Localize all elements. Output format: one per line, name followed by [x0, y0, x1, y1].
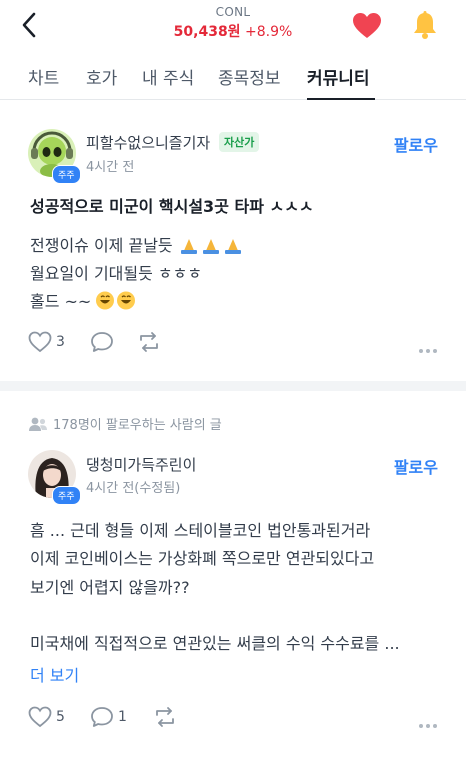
post-body-line: 홀드 ~~ [30, 288, 136, 314]
repost-icon [156, 707, 174, 727]
price-line: 50,438원 +8.9% [0, 21, 466, 41]
post-body-line: 전쟁이슈 이제 끝날듯 [30, 232, 244, 258]
people-icon [29, 417, 47, 431]
post-body-line: 이제 코인베이스는 가상화폐 쪽으로만 연관되있다고 [30, 549, 375, 568]
tab-community[interactable]: 커뮤니티 [307, 64, 370, 89]
shareholder-badge: 주주 [52, 486, 81, 505]
follow-button[interactable]: 팔로우 [394, 454, 438, 478]
notification-button[interactable] [410, 10, 440, 40]
grinning-face-icon [96, 291, 136, 314]
praying-hands-icon [178, 236, 244, 258]
post-body-line: 미국채에 직접적으로 연관있는 써클의 수익 수수료를 ... [30, 634, 400, 653]
asset-holder-tag: 자산가 [218, 132, 260, 152]
avatar[interactable]: 주주 [28, 129, 81, 184]
post-time: 4시간 전(수정됨) [86, 481, 181, 496]
tab-orderbook[interactable]: 호가 [86, 64, 117, 89]
repost-button[interactable] [136, 331, 162, 353]
follow-button[interactable]: 팔로우 [394, 132, 438, 156]
comment-count: 1 [118, 709, 127, 725]
like-count: 3 [56, 334, 65, 350]
post-time: 4시간 전 [86, 160, 135, 175]
post-body-line: 흠 ... 근데 형들 이제 스테이블코인 법안통과된거라 [30, 521, 371, 540]
price-change: +8.9% [245, 24, 293, 40]
bell-icon [414, 11, 436, 39]
comment-button[interactable]: 1 [90, 706, 127, 728]
comment-icon [91, 707, 113, 727]
author-name-text: 피할수없으니즐기자 [86, 134, 211, 152]
comment-icon [91, 332, 113, 352]
stock-summary: CONL 50,438원 +8.9% [0, 5, 466, 41]
avatar[interactable]: 주주 [28, 450, 81, 505]
read-more-link[interactable]: 더 보기 [30, 662, 79, 686]
post-body-line: 월요일이 기대될듯 ㅎㅎㅎ [30, 264, 203, 283]
like-button[interactable]: 5 [28, 706, 65, 728]
tab-chart[interactable]: 차트 [28, 64, 59, 89]
like-button[interactable]: 3 [28, 331, 65, 353]
repost-button[interactable] [152, 706, 178, 728]
post-actions: 3 [28, 331, 438, 357]
shareholder-badge: 주주 [52, 165, 81, 184]
follow-notice-text: 178명이 팔로우하는 사람의 글 [53, 418, 222, 433]
repost-icon [140, 332, 158, 352]
like-count: 5 [56, 709, 65, 725]
author-name[interactable]: 피할수없으니즐기자 자산가 [86, 132, 260, 153]
current-price: 50,438원 [173, 24, 241, 40]
top-bar: CONL 50,438원 +8.9% [0, 0, 466, 52]
author-name[interactable]: 댕청미가득주린이 [86, 454, 196, 475]
ticker-symbol: CONL [215, 5, 251, 19]
section-divider [0, 381, 466, 391]
more-options-button[interactable] [418, 339, 438, 358]
more-options-button[interactable] [418, 714, 438, 733]
heart-icon [353, 13, 381, 38]
post-title: 성공적으로 미군이 핵시설3곳 타파 ㅅㅅㅅ [30, 197, 314, 216]
favorite-button[interactable] [352, 12, 382, 40]
post-actions: 5 1 [28, 706, 438, 732]
like-icon [28, 331, 52, 353]
tab-stock-info[interactable]: 종목정보 [218, 64, 281, 89]
post-body-line: 보기엔 어렵지 않을까?? [30, 578, 190, 597]
like-icon [28, 706, 52, 728]
comment-button[interactable] [90, 331, 114, 353]
more-dots-icon [419, 724, 437, 728]
active-tab-indicator [307, 98, 375, 100]
more-dots-icon [419, 349, 437, 353]
tab-my-stock[interactable]: 내 주식 [142, 64, 194, 89]
tab-bar: 차트 호가 내 주식 종목정보 커뮤니티 [0, 56, 466, 100]
follow-notice: 178명이 팔로우하는 사람의 글 [28, 414, 222, 433]
